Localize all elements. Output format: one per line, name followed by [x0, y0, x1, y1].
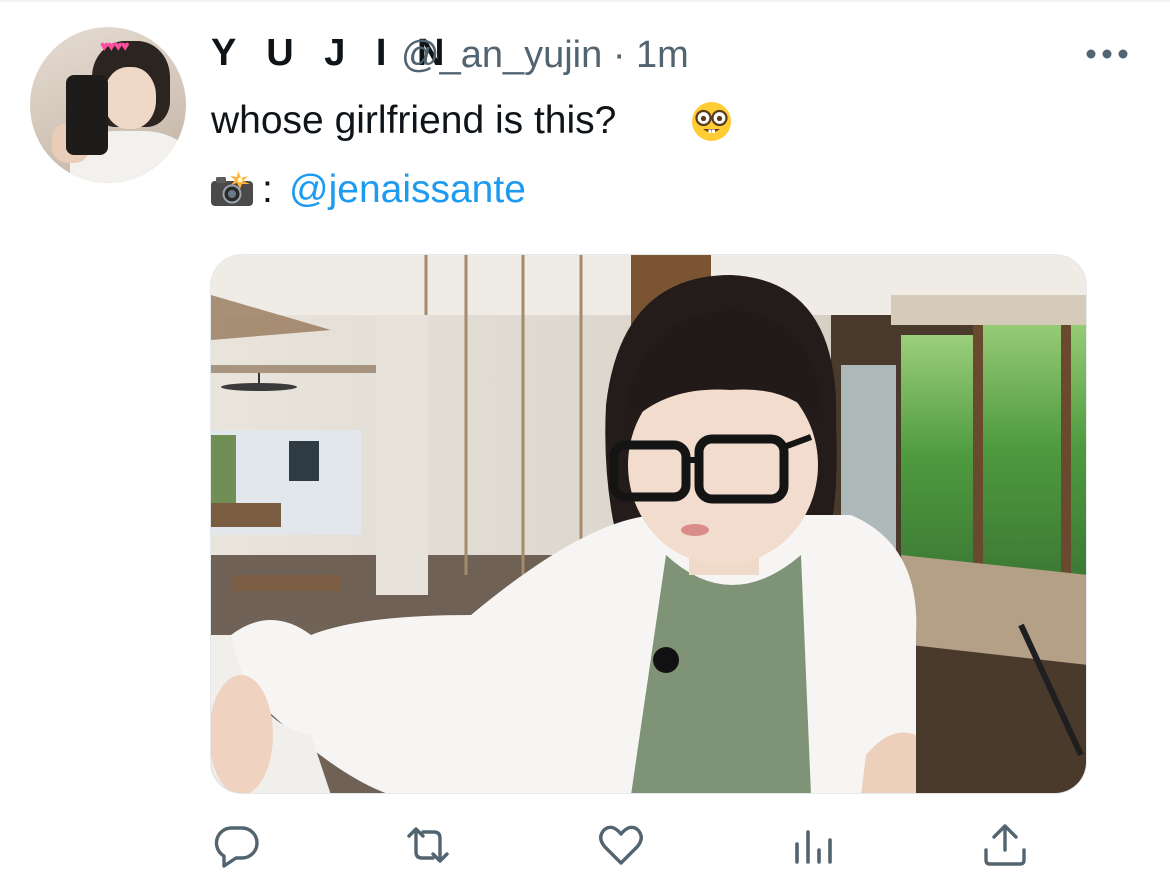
heart-icon[interactable] — [596, 820, 646, 870]
timestamp[interactable]: 1m — [636, 34, 689, 76]
handle[interactable]: @_an_yujin — [401, 34, 602, 76]
heart-stickers: ♥♥♥♥ — [100, 38, 130, 55]
more-icon[interactable] — [1086, 47, 1128, 59]
mention-link[interactable]: @jenaissante — [289, 168, 526, 212]
top-divider — [0, 0, 1170, 2]
tweet-text: whose girlfriend is this? — [211, 99, 617, 142]
reply-icon[interactable] — [212, 820, 262, 870]
tweet-photo[interactable] — [210, 254, 1087, 794]
camera-flash-icon — [210, 171, 254, 207]
nerd-face-emoji — [691, 101, 732, 142]
avatar[interactable]: ♥♥♥♥ — [30, 27, 186, 183]
handle-and-time[interactable]: @_an_yujin · 1m — [401, 34, 689, 77]
credit-colon: : — [262, 168, 273, 211]
views-icon[interactable] — [789, 820, 839, 870]
retweet-icon[interactable] — [403, 820, 453, 870]
separator: · — [612, 34, 626, 76]
share-icon[interactable] — [980, 820, 1030, 870]
